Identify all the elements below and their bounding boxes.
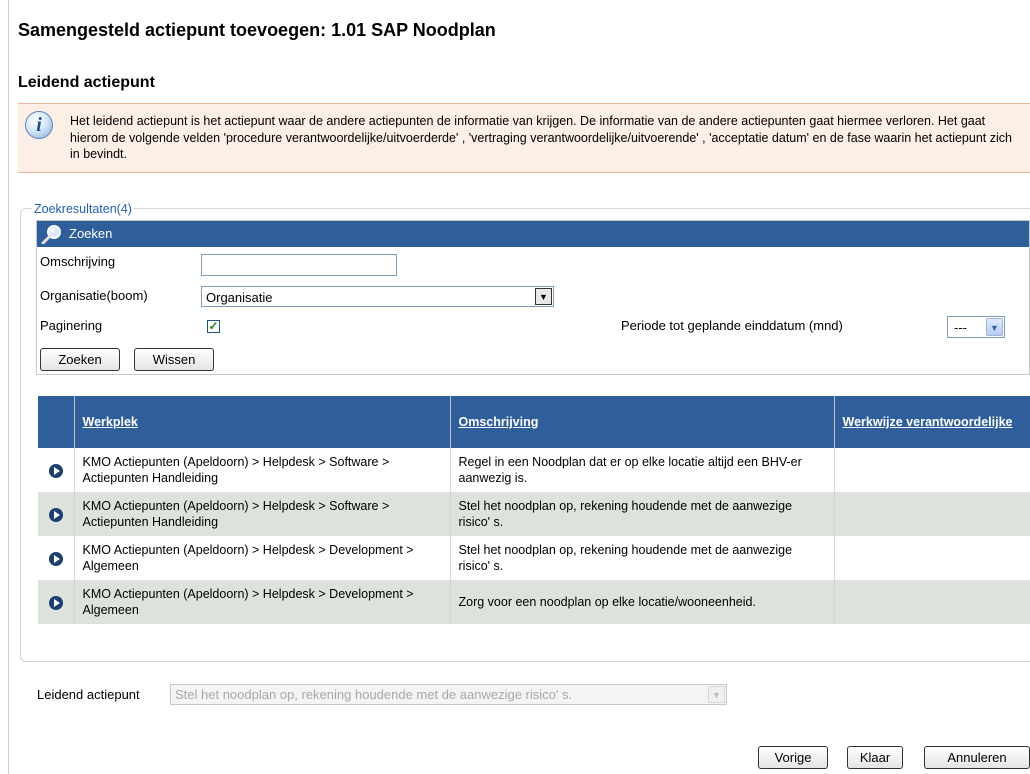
cell-omschrijving: Stel het noodplan op, rekening houdende …: [450, 492, 835, 536]
section-title: Leidend actiepunt: [18, 74, 155, 91]
search-header-label: Zoeken: [69, 226, 113, 241]
search-header[interactable]: Zoeken: [37, 221, 1029, 247]
cell-omschrijving: Regel in een Noodplan dat er op elke loc…: [450, 448, 835, 492]
cell-omschrijving: Zorg voor een noodplan op elke locatie/w…: [450, 580, 835, 624]
paginering-label: Paginering: [40, 318, 103, 333]
leidend-actiepunt-label: Leidend actiepunt: [37, 687, 140, 702]
cell-omschrijving: Stel het noodplan op, rekening houdende …: [450, 536, 835, 580]
page-title: Samengesteld actiepunt toevoegen: 1.01 S…: [18, 20, 496, 40]
annuleren-button[interactable]: Annuleren: [924, 746, 1030, 769]
info-box: i Het leidend actiepunt is het actiepunt…: [18, 103, 1030, 173]
cell-werkwijze: [834, 448, 1030, 492]
chevron-down-icon[interactable]: ▼: [708, 686, 725, 703]
row-select-cell[interactable]: [38, 492, 75, 536]
info-text: Het leidend actiepunt is het actiepunt w…: [70, 114, 1012, 161]
vorige-button[interactable]: Vorige: [758, 746, 828, 769]
organisatie-select[interactable]: Organisatie ▼: [201, 286, 554, 307]
paginering-checkbox[interactable]: ✓: [207, 320, 220, 333]
leidend-actiepunt-select[interactable]: Stel het noodplan op, rekening houdende …: [170, 684, 727, 705]
cell-werkplek: KMO Actiepunten (Apeldoorn) > Helpdesk >…: [74, 492, 451, 536]
zoeken-button[interactable]: Zoeken: [40, 348, 120, 371]
info-icon: i: [25, 111, 53, 139]
magnifier-icon: [41, 225, 61, 244]
cell-werkplek: KMO Actiepunten (Apeldoorn) > Helpdesk >…: [74, 580, 451, 624]
leidend-actiepunt-value: Stel het noodplan op, rekening houdende …: [175, 687, 573, 702]
arrow-right-circle-icon[interactable]: [48, 595, 63, 610]
column-header-omschrijving[interactable]: Omschrijving: [450, 396, 835, 448]
column-header-werkplek[interactable]: Werkplek: [74, 396, 451, 448]
table-row: KMO Actiepunten (Apeldoorn) > Helpdesk >…: [38, 580, 1030, 624]
icon-column-header: [38, 396, 75, 448]
periode-select[interactable]: --- ▼: [947, 316, 1005, 338]
organisatie-select-value: Organisatie: [206, 290, 273, 305]
omschrijving-label: Omschrijving: [40, 254, 116, 269]
arrow-right-circle-icon[interactable]: [48, 507, 63, 522]
periode-label: Periode tot geplande einddatum (mnd): [621, 318, 843, 333]
results-legend: Zoekresultaten(4): [32, 202, 134, 216]
results-table: Werkplek Omschrijving Werkwijze verantwo…: [38, 396, 1030, 624]
organisatie-label: Organisatie(boom): [40, 288, 148, 303]
row-select-cell[interactable]: [38, 580, 75, 624]
table-row: KMO Actiepunten (Apeldoorn) > Helpdesk >…: [38, 536, 1030, 580]
cell-werkwijze: [834, 580, 1030, 624]
chevron-down-icon[interactable]: ▼: [535, 288, 552, 305]
table-row: KMO Actiepunten (Apeldoorn) > Helpdesk >…: [38, 448, 1030, 492]
periode-select-value: ---: [954, 320, 967, 335]
cell-werkplek: KMO Actiepunten (Apeldoorn) > Helpdesk >…: [74, 536, 451, 580]
cell-werkplek: KMO Actiepunten (Apeldoorn) > Helpdesk >…: [74, 448, 451, 492]
left-border: [8, 0, 9, 774]
cell-werkwijze: [834, 492, 1030, 536]
table-header-row: Werkplek Omschrijving Werkwijze verantwo…: [38, 396, 1030, 448]
row-select-cell[interactable]: [38, 448, 75, 492]
klaar-button[interactable]: Klaar: [847, 746, 903, 769]
omschrijving-input[interactable]: [201, 254, 397, 276]
table-row: KMO Actiepunten (Apeldoorn) > Helpdesk >…: [38, 492, 1030, 536]
wissen-button[interactable]: Wissen: [134, 348, 214, 371]
arrow-right-circle-icon[interactable]: [48, 551, 63, 566]
row-select-cell[interactable]: [38, 536, 75, 580]
column-header-werkwijze[interactable]: Werkwijze verantwoordelijke: [834, 396, 1030, 448]
chevron-down-icon[interactable]: ▼: [986, 318, 1003, 336]
arrow-right-circle-icon[interactable]: [48, 463, 63, 478]
cell-werkwijze: [834, 536, 1030, 580]
search-panel: Zoeken Omschrijving Organisatie(boom) Or…: [36, 220, 1030, 375]
